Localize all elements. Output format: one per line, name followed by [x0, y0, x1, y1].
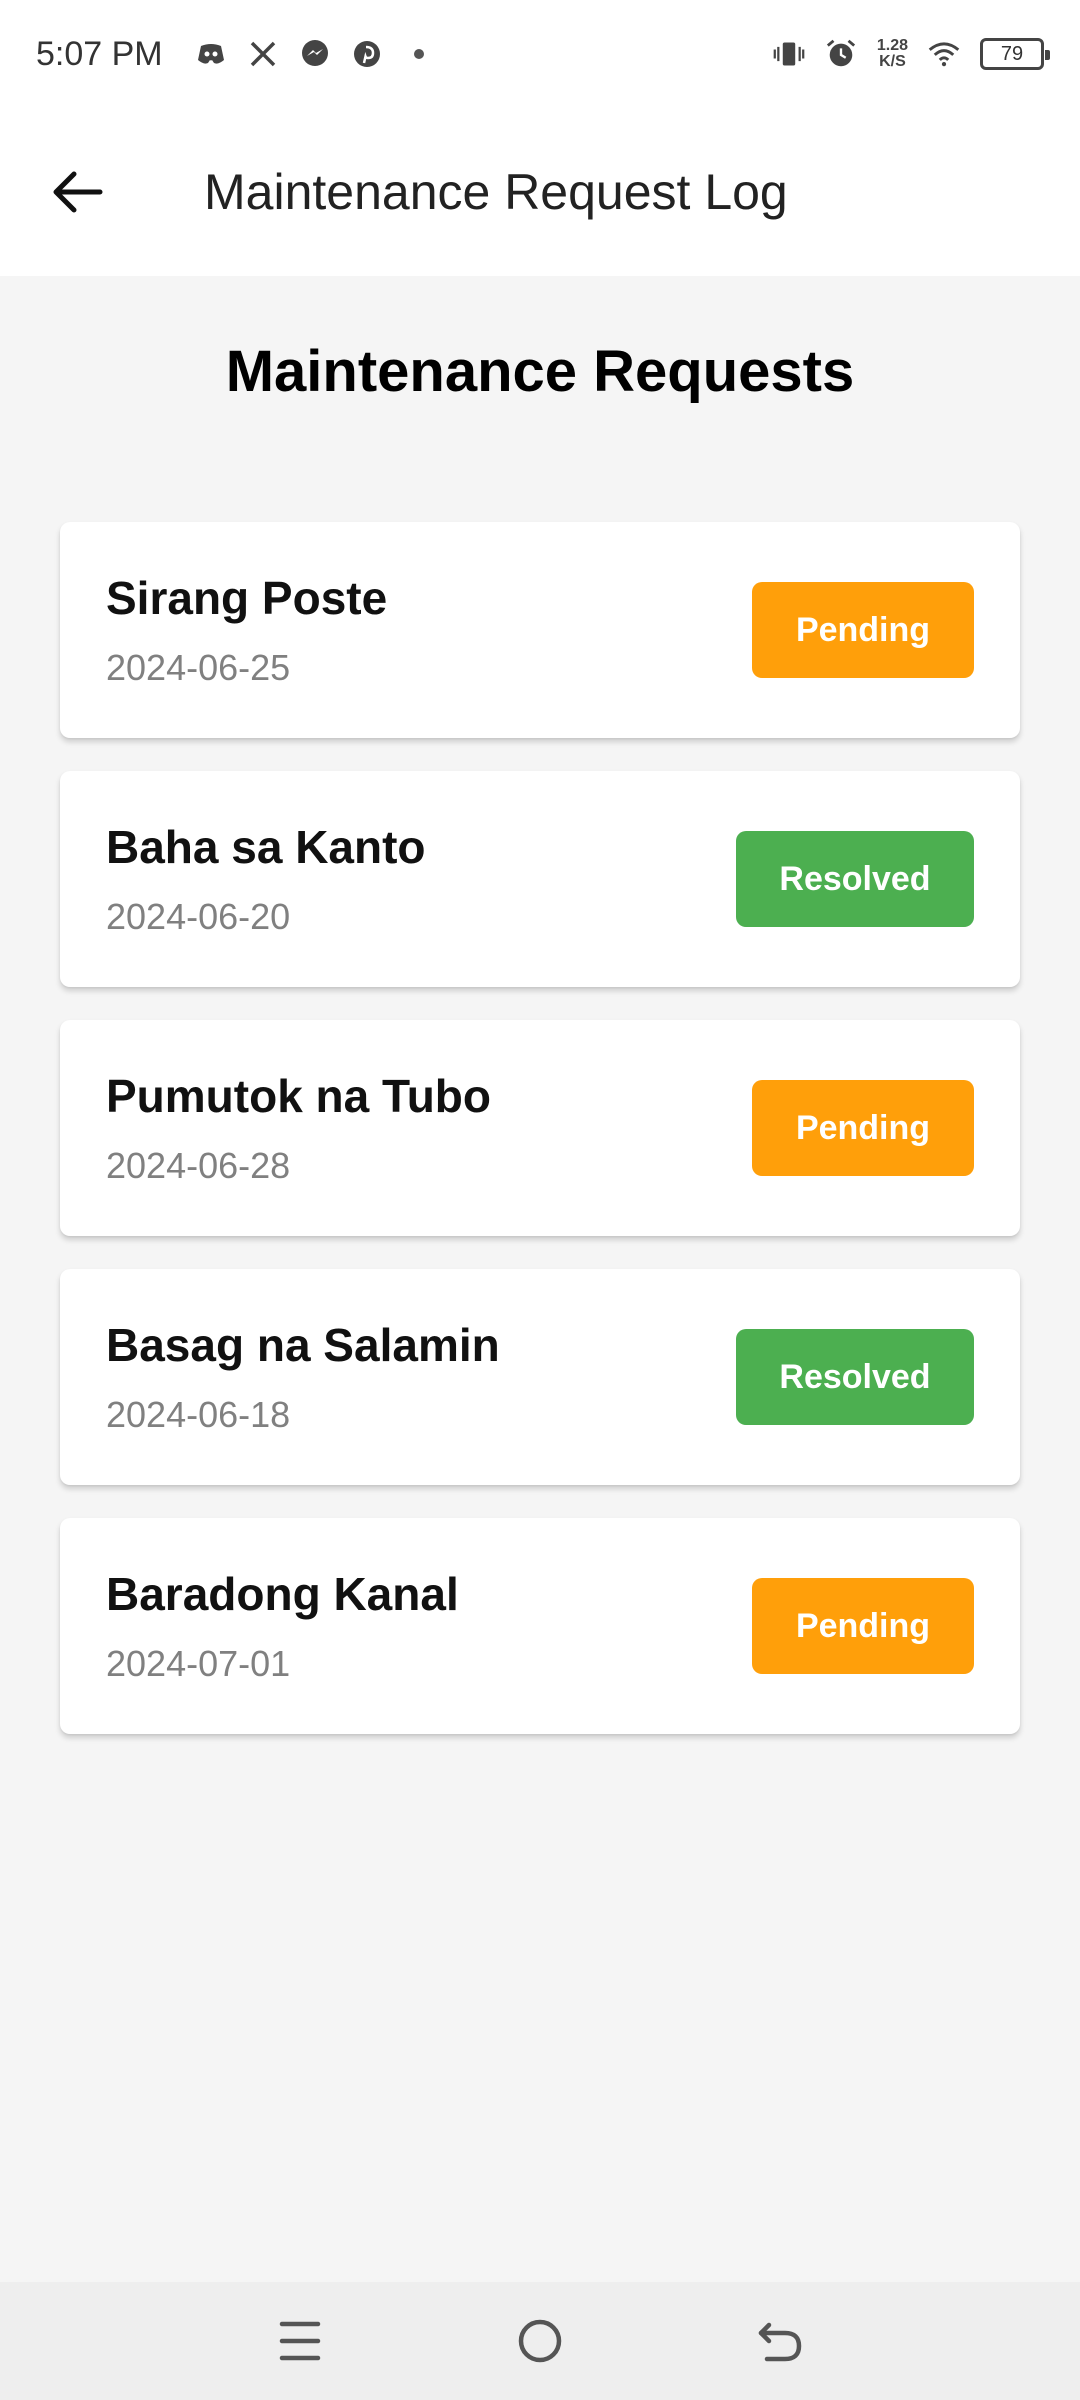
- status-bar-right: 1.28 K/S 79: [773, 38, 1050, 70]
- request-date: 2024-06-28: [106, 1145, 291, 1186]
- request-info: Pumutok na Tubo 2024-06-28: [106, 1069, 491, 1187]
- home-button[interactable]: [500, 2301, 580, 2381]
- dot-icon: [403, 38, 435, 70]
- network-speed: 1.28 K/S: [877, 38, 908, 70]
- messenger-icon: [299, 38, 331, 70]
- system-nav-bar: [0, 2282, 1080, 2400]
- request-card[interactable]: Basag na Salamin 2024-06-18 Resolved: [60, 1269, 1020, 1485]
- request-info: Basag na Salamin 2024-06-18: [106, 1318, 500, 1436]
- status-badge: Pending: [752, 1080, 974, 1176]
- pinterest-icon: [351, 38, 383, 70]
- network-speed-value: 1.28: [876, 37, 908, 54]
- status-badge: Resolved: [736, 831, 974, 927]
- back-nav-button[interactable]: [740, 2301, 820, 2381]
- menu-icon: [279, 2321, 321, 2361]
- request-card[interactable]: Baha sa Kanto 2024-06-20 Resolved: [60, 771, 1020, 987]
- x-icon: [247, 38, 279, 70]
- request-info: Baradong Kanal 2024-07-01: [106, 1567, 459, 1685]
- status-bar-left: 5:07 PM: [36, 35, 435, 74]
- request-title: Baha sa Kanto: [106, 821, 426, 873]
- arrow-left-icon: [53, 171, 103, 213]
- wifi-icon: [928, 38, 960, 70]
- vibrate-icon: [773, 38, 805, 70]
- request-date: 2024-07-01: [106, 1643, 291, 1684]
- request-date: 2024-06-25: [106, 647, 291, 688]
- request-title: Sirang Poste: [106, 572, 388, 624]
- recents-button[interactable]: [260, 2301, 340, 2381]
- request-card[interactable]: Pumutok na Tubo 2024-06-28 Pending: [60, 1020, 1020, 1236]
- request-info: Baha sa Kanto 2024-06-20: [106, 820, 426, 938]
- back-button[interactable]: [30, 144, 126, 240]
- request-info: Sirang Poste 2024-06-25: [106, 571, 387, 689]
- request-title: Basag na Salamin: [106, 1319, 500, 1371]
- app-bar: Maintenance Request Log: [0, 108, 1080, 276]
- request-title: Baradong Kanal: [106, 1568, 459, 1620]
- back-arrow-icon: [758, 2322, 802, 2362]
- request-date: 2024-06-18: [106, 1394, 291, 1435]
- alarm-icon: [825, 38, 857, 70]
- request-card[interactable]: Baradong Kanal 2024-07-01 Pending: [60, 1518, 1020, 1734]
- status-time: 5:07 PM: [36, 34, 163, 73]
- request-date: 2024-06-20: [106, 896, 291, 937]
- status-badge: Resolved: [736, 1329, 974, 1425]
- status-badge: Pending: [752, 1578, 974, 1674]
- network-speed-unit: K/S: [879, 53, 906, 70]
- request-list: Sirang Poste 2024-06-25 Pending Baha sa …: [60, 522, 1020, 1767]
- app-bar-title: Maintenance Request Log: [204, 164, 788, 220]
- status-badge: Pending: [752, 582, 974, 678]
- status-bar: 5:07 PM 1.28 K/S 79: [0, 0, 1080, 108]
- page-title: Maintenance Requests: [225, 339, 855, 404]
- request-card[interactable]: Sirang Poste 2024-06-25 Pending: [60, 522, 1020, 738]
- request-title: Pumutok na Tubo: [106, 1070, 492, 1122]
- discord-icon: [195, 38, 227, 70]
- home-circle-icon: [518, 2319, 562, 2363]
- battery-indicator: 79: [980, 38, 1050, 70]
